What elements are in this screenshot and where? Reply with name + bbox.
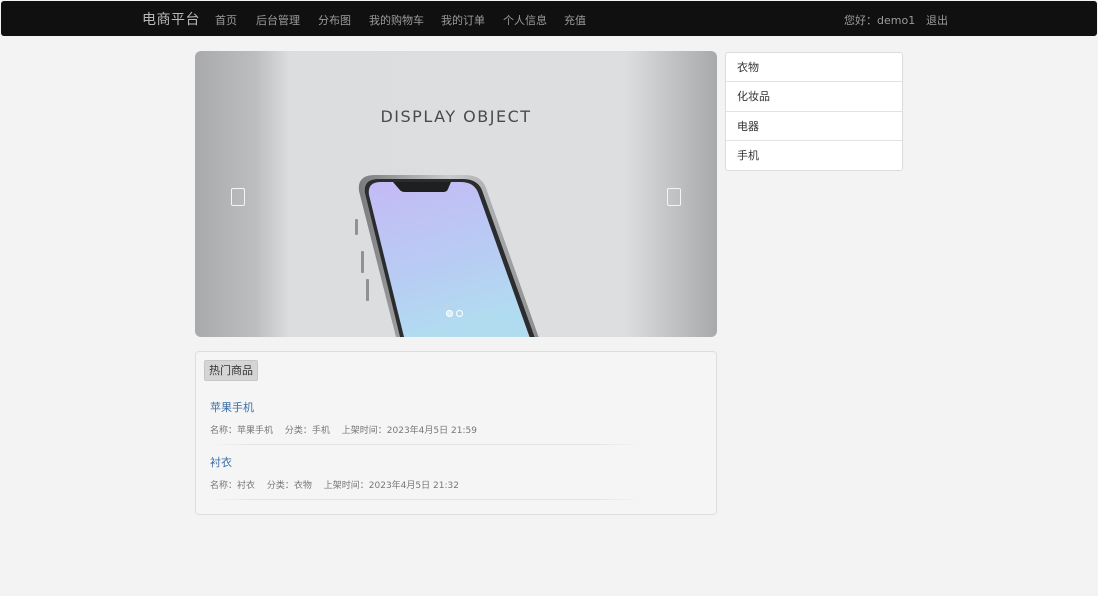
product-meta-category: 分类：手机 (284, 426, 330, 436)
product-meta-name: 名称：苹果手机 (210, 426, 274, 436)
nav-profile[interactable]: 个人信息 (503, 12, 547, 28)
slide-title: DISPLAY OBJECT (380, 107, 532, 126)
product-name-link[interactable]: 苹果手机 (210, 401, 254, 414)
product-meta-name: 名称：衬衣 (210, 481, 256, 491)
nav-cart[interactable]: 我的购物车 (369, 12, 424, 28)
category-clothing[interactable]: 衣物 (726, 53, 902, 83)
nav-orders[interactable]: 我的订单 (441, 12, 485, 28)
product-name-link[interactable]: 衬衣 (210, 456, 232, 469)
nav-admin[interactable]: 后台管理 (256, 12, 300, 28)
product-meta: 名称：苹果手机 分类：手机 上架时间：2023年4月5日 21:59 (210, 423, 640, 436)
top-navbar: 电商平台 首页 后台管理 分布图 我的购物车 我的订单 个人信息 充值 您好：d… (1, 1, 1097, 36)
brand-logo[interactable]: 电商平台 (142, 9, 200, 29)
list-item: 苹果手机 名称：苹果手机 分类：手机 上架时间：2023年4月5日 21:59 (210, 396, 640, 445)
logout-link[interactable]: 退出 (926, 12, 948, 28)
carousel-prev-icon[interactable] (231, 188, 245, 206)
hot-products-title: 热门商品 (204, 360, 258, 381)
carousel-indicators (446, 310, 463, 317)
carousel-indicator-1[interactable] (446, 310, 453, 317)
product-meta-category: 分类：衣物 (266, 481, 312, 491)
product-meta-time: 上架时间：2023年4月5日 21:32 (323, 481, 459, 491)
category-appliances[interactable]: 电器 (726, 112, 902, 141)
product-meta: 名称：衬衣 分类：衣物 上架时间：2023年4月5日 21:32 (210, 478, 640, 491)
nav-recharge[interactable]: 充值 (564, 12, 586, 28)
nav-distribution-map[interactable]: 分布图 (318, 12, 351, 28)
divider (210, 444, 640, 445)
banner-carousel: DISPLAY OBJECT (195, 51, 717, 337)
category-cosmetics[interactable]: 化妆品 (726, 82, 902, 112)
user-greeting[interactable]: 您好：demo1 (844, 12, 915, 28)
category-phones[interactable]: 手机 (726, 141, 902, 170)
list-item: 衬衣 名称：衬衣 分类：衣物 上架时间：2023年4月5日 21:32 (210, 451, 640, 500)
carousel-indicator-2[interactable] (456, 310, 463, 317)
category-list: 衣物 化妆品 电器 手机 (725, 52, 903, 171)
divider (210, 499, 640, 500)
product-meta-time: 上架时间：2023年4月5日 21:59 (341, 426, 477, 436)
carousel-next-icon[interactable] (667, 188, 681, 206)
nav-home[interactable]: 首页 (215, 12, 237, 28)
hot-products-panel: 热门商品 苹果手机 名称：苹果手机 分类：手机 上架时间：2023年4月5日 2… (195, 351, 717, 515)
